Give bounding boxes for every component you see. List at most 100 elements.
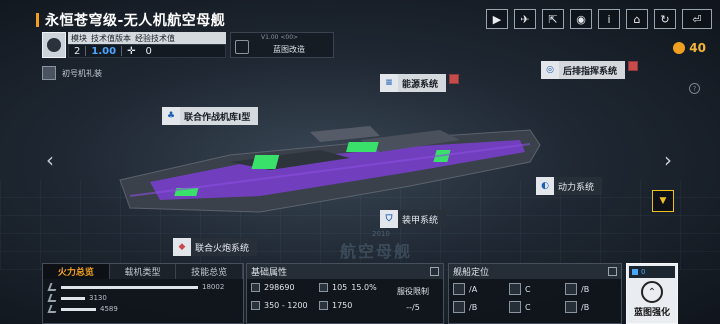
position-value: /A (469, 284, 478, 294)
weapon-icon (47, 283, 59, 291)
rear-command-label: 后排指挥系统 (559, 61, 626, 79)
firepower-bar (61, 307, 96, 311)
position-cell: /A (453, 283, 477, 295)
rear-command-marker (628, 61, 639, 71)
firepower-bar (61, 285, 198, 289)
exp-tech-value: 0 (145, 45, 152, 57)
system-tag-armor[interactable]: ⛉ 装甲系统 (380, 210, 447, 228)
firepower-row: 3130 (47, 294, 107, 302)
appearance-icon[interactable]: ⌂ (626, 9, 648, 29)
export-icon[interactable]: ⇱ (542, 9, 564, 29)
system-tag-cannon[interactable]: ◆ 联合火炮系统 (173, 238, 258, 256)
coin-icon (673, 42, 686, 54)
currency-value: 40 (689, 41, 706, 55)
next-ship-arrow[interactable]: › (664, 148, 672, 172)
prev-ship-arrow[interactable]: ‹ (46, 148, 54, 172)
speed-value-b: 15.0% (351, 283, 377, 292)
armor-attr: 1750 (319, 301, 352, 310)
title-bar: 永恒苍穹级-无人机航空母舰 (36, 10, 225, 30)
refresh-icon[interactable]: ↻ (654, 9, 676, 29)
weapon-icon (47, 294, 59, 302)
armor-value: 1750 (332, 301, 353, 310)
range-value: 350 - 1200 (264, 301, 308, 310)
strengthen-label: 蓝图强化 (633, 308, 670, 318)
expand-icon[interactable] (608, 267, 617, 276)
range-icon (251, 301, 260, 310)
exp-tech-icon: ✛ (127, 45, 136, 57)
ceremony-label: 初号机礼装 (62, 68, 102, 78)
firepower-value: 4589 (100, 305, 118, 313)
header-module: 模块 (71, 33, 87, 43)
speed-attr: 105 15.0% (319, 283, 377, 292)
positioning-header: 舰船定位 (449, 264, 621, 279)
module-value: 2 (74, 45, 81, 57)
role-icon (565, 283, 577, 295)
system-tag-energy[interactable]: ≡ 能源系统 (380, 74, 460, 92)
position-value: C (525, 302, 531, 312)
info-headers: 模块 技术值版本 经验技术值 (68, 32, 226, 44)
system-tag-rear-command[interactable]: ◎ 后排指挥系统 (541, 61, 639, 79)
cannon-icon: ◆ (173, 238, 191, 256)
info-icon[interactable]: i (598, 9, 620, 29)
tech-version-value: 1.00 (91, 45, 117, 57)
video-icon[interactable]: ▶ (486, 9, 508, 29)
blueprint-icon (235, 40, 249, 54)
system-tag-hangar[interactable]: ♣ 联合作战机库I型 (162, 107, 259, 125)
firepower-row: 4589 (47, 305, 118, 313)
armor-label: 装甲系统 (398, 210, 447, 228)
version-line: V1.00 <00> (261, 34, 299, 41)
role-icon (453, 301, 465, 313)
service-limit-value: --/5 (406, 303, 420, 312)
header-exp-tech: 经验技术值 (135, 33, 175, 43)
rear-command-icon: ◎ (541, 61, 559, 79)
ceremony-icon (42, 66, 56, 80)
view-icon[interactable]: ◉ (570, 9, 592, 29)
firepower-value: 3130 (89, 294, 107, 302)
blueprint-label: 蓝图改造 (273, 45, 305, 54)
watermark-year: 2010 (372, 230, 390, 238)
info-values: 2 1.00 ✛ 0 (68, 44, 226, 58)
tab-aircraft-type[interactable]: 载机类型 (109, 264, 177, 279)
tab-skill-overview[interactable]: 技能总览 (176, 264, 244, 279)
system-tag-power[interactable]: ◐ 动力系统 (536, 177, 603, 195)
role-icon (509, 283, 521, 295)
cannon-label: 联合火炮系统 (191, 238, 258, 256)
role-icon (565, 301, 577, 313)
back-icon[interactable]: ⏎ (682, 9, 712, 29)
firepower-value: 18002 (202, 283, 225, 291)
top-toolbar: ▶ ✈ ⇱ ◉ i ⌂ ↻ ⏎ (486, 9, 712, 29)
tab-firepower-overview[interactable]: 火力总览 (43, 264, 110, 279)
position-value: /B (581, 284, 590, 294)
hangar-icon: ♣ (162, 107, 180, 125)
basic-attributes-panel: 基础属性 298690 105 15.0% 350 - 1200 1750 服役… (246, 263, 444, 324)
armor-icon: ⛉ (380, 210, 398, 228)
title-accent (36, 13, 39, 27)
energy-icon: ≡ (380, 74, 398, 92)
help-icon[interactable]: ? (689, 83, 700, 94)
basic-attributes-title: 基础属性 (251, 268, 288, 278)
position-value: /B (581, 302, 590, 312)
position-value: C (525, 284, 531, 294)
hp-attr: 298690 (251, 283, 295, 292)
ceremony-button[interactable]: 初号机礼装 (42, 66, 102, 80)
position-cell: /B (453, 301, 477, 313)
speed-value-a: 105 (332, 283, 348, 292)
positioning-title: 舰船定位 (453, 268, 490, 278)
ship-class-badge (42, 32, 66, 58)
strengthen-counter: 0 (629, 266, 675, 278)
header-tech-version: 技术值版本 (91, 33, 131, 43)
hp-icon (251, 283, 260, 292)
share-ship-icon[interactable]: ✈ (514, 9, 536, 29)
blueprint-strengthen-button[interactable]: 0 ⌃ 蓝图强化 (626, 263, 678, 324)
position-cell: /B (565, 301, 589, 313)
position-value: /B (469, 302, 478, 312)
speed-icon (319, 283, 328, 292)
position-cell: C (509, 301, 531, 313)
position-cell: /B (565, 283, 589, 295)
firepower-bar (61, 296, 85, 300)
expand-icon[interactable] (430, 267, 439, 276)
service-limit: 服役限制 --/5 (397, 286, 429, 312)
expand-button[interactable]: ▼ (652, 190, 674, 212)
firepower-row: 18002 (47, 283, 225, 291)
blueprint-modify-button[interactable]: V1.00 <00> 蓝图改造 (230, 32, 334, 58)
